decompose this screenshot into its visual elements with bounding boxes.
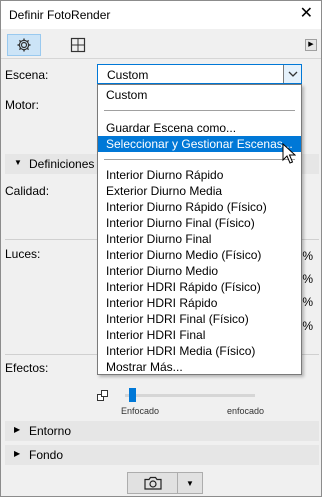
dropdown-item-preset[interactable]: Interior Diurno Medio [98, 263, 301, 279]
render-options-dropdown[interactable]: ▼ [178, 473, 202, 493]
dropdown-item-preset[interactable]: Interior Diurno Medio (Físico) [98, 247, 301, 263]
mouse-cursor-icon [282, 143, 296, 164]
section-fondo-title: Fondo [29, 448, 64, 462]
camera-icon[interactable] [128, 473, 178, 493]
scene-dropdown-list: Custom Guardar Escena como... Selecciona… [97, 84, 302, 375]
render-settings-window: Definir FotoRender ✕ ▶ Escena: Custom Mo… [0, 0, 322, 497]
calidad-label: Calidad: [5, 184, 50, 198]
percent-mark: % [302, 272, 313, 286]
dropdown-item-preset[interactable]: Interior Diurno Rápido (Físico) [98, 199, 301, 215]
expand-triangle-icon: ▶ [14, 425, 21, 434]
dropdown-item-manage-scenes[interactable]: Seleccionar y Gestionar Escenas... [98, 136, 301, 152]
toolbar: ▶ [1, 31, 321, 59]
luces-label: Luces: [5, 247, 41, 261]
dropdown-item-custom[interactable]: Custom [98, 87, 301, 103]
layout-tab[interactable] [61, 34, 95, 56]
dropdown-item-preset[interactable]: Interior HDRI Rápido [98, 295, 301, 311]
dropdown-item-preset[interactable]: Interior HDRI Final [98, 327, 301, 343]
bottom-bar: ▼ [1, 469, 321, 496]
section-entorno-title: Entorno [29, 424, 72, 438]
window-title: Definir FotoRender [9, 8, 111, 22]
escena-label: Escena: [5, 68, 49, 82]
dropdown-item-preset[interactable]: Interior HDRI Final (Físico) [98, 311, 301, 327]
settings-tab[interactable] [7, 34, 41, 56]
title-bar: Definir FotoRender ✕ [1, 1, 321, 29]
dropdown-item-preset[interactable]: Interior HDRI Media (Físico) [98, 343, 301, 359]
dropdown-item-preset[interactable]: Exterior Diurno Media [98, 183, 301, 199]
slider-track[interactable] [125, 394, 255, 397]
section-entorno[interactable]: ▶ Entorno [5, 421, 319, 441]
dropdown-item-preset[interactable]: Mostrar Más... [98, 359, 301, 375]
dropdown-item-preset[interactable]: Interior Diurno Rápido [98, 167, 301, 183]
efectos-label: Efectos: [5, 361, 49, 375]
percent-mark: % [302, 249, 313, 263]
focus-slider[interactable]: Enfocado enfocado [97, 388, 267, 418]
section-fondo[interactable]: ▶ Fondo [5, 445, 319, 465]
layout-grid-icon [70, 37, 86, 53]
gear-icon [17, 38, 31, 52]
chevron-down-icon[interactable] [283, 65, 301, 83]
dropdown-item-preset[interactable]: Interior Diurno Final [98, 231, 301, 247]
percent-mark: % [302, 295, 313, 309]
scene-combobox[interactable]: Custom [97, 64, 302, 84]
dropdown-item-preset[interactable]: Interior Diurno Final (Físico) [98, 215, 301, 231]
percent-mark: % [302, 319, 313, 333]
section-definiciones-title: Definiciones [29, 157, 95, 171]
scene-combobox-value: Custom [107, 68, 149, 82]
scroll-right-button[interactable]: ▶ [305, 39, 317, 51]
dropdown-item-preset[interactable]: Interior HDRI Rápido (Físico) [98, 279, 301, 295]
dropdown-separator [104, 110, 295, 111]
slider-left-caption: Enfocado [121, 406, 160, 416]
render-button[interactable]: ▼ [127, 472, 203, 494]
collapse-triangle-icon: ▼ [14, 158, 22, 167]
slider-thumb[interactable] [129, 388, 136, 402]
close-icon[interactable]: ✕ [300, 4, 313, 24]
expand-triangle-icon: ▶ [14, 449, 21, 458]
dropdown-item-save-scene[interactable]: Guardar Escena como... [98, 120, 301, 136]
motor-label: Motor: [5, 98, 40, 112]
slider-right-caption: enfocado [227, 406, 265, 416]
dropdown-separator [104, 159, 295, 160]
